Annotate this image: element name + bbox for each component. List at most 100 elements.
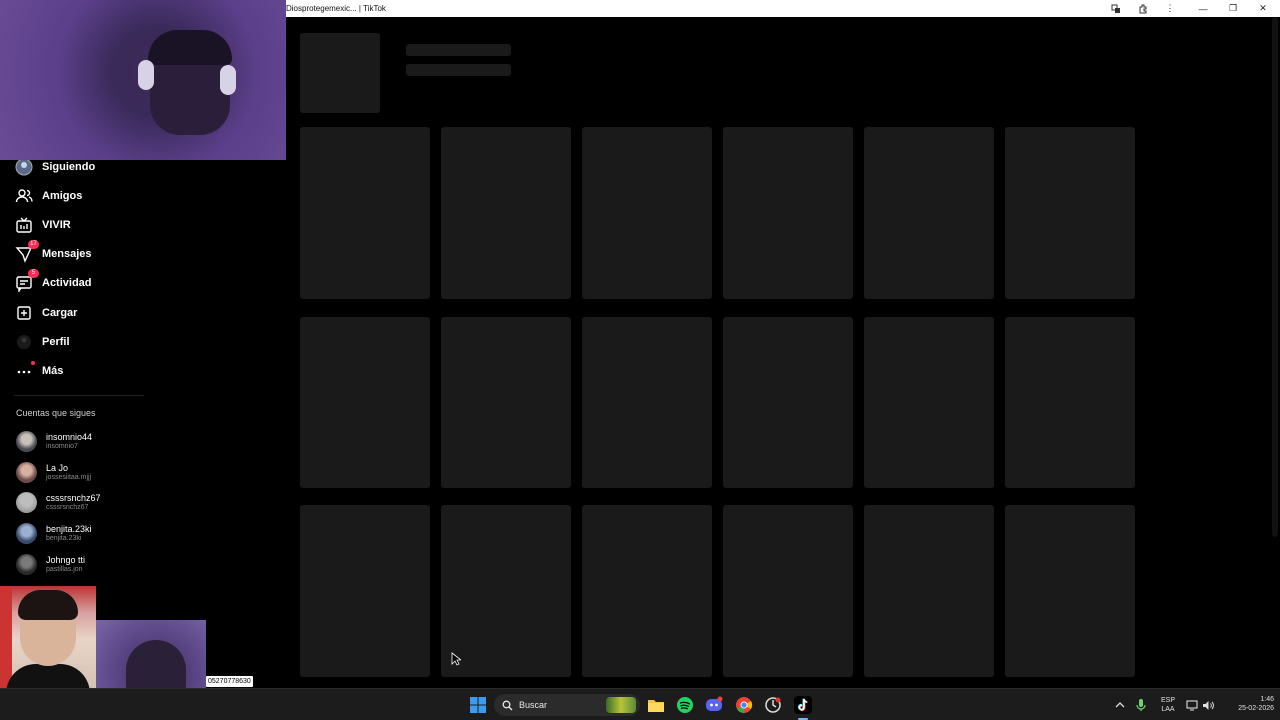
nav-label: Más: [42, 365, 64, 377]
account-handle: insomnio7: [46, 442, 78, 450]
video-card-placeholder: [582, 317, 712, 488]
following-avatar-icon: [14, 157, 34, 177]
account-avatar: [16, 491, 37, 513]
video-card-placeholder: [300, 317, 430, 488]
clock[interactable]: 1:46 25-02-2026: [1222, 695, 1274, 713]
language-code: ESP: [1160, 697, 1175, 704]
account-handle: csssrsnchz67: [46, 503, 89, 511]
video-card-placeholder: [723, 505, 853, 677]
translate-icon[interactable]: [1104, 0, 1128, 17]
messages-badge: 17: [28, 240, 39, 249]
loading-title-placeholder: [406, 44, 511, 56]
nav-item-cargar[interactable]: Cargar: [14, 302, 77, 324]
following-account[interactable]: La Jo jossesiitaa.mjjj: [16, 459, 91, 485]
close-button[interactable]: ✕: [1251, 0, 1275, 17]
account-avatar: [16, 522, 37, 544]
discord-icon[interactable]: [705, 696, 723, 714]
nav-item-mensajes[interactable]: 17 Mensajes: [14, 240, 92, 265]
video-card-placeholder: [1005, 127, 1135, 299]
live-tv-icon: [14, 215, 34, 235]
minimize-button[interactable]: —: [1191, 0, 1215, 17]
tiktok-icon[interactable]: [794, 696, 812, 714]
network-icon[interactable]: [1185, 696, 1199, 714]
account-name: La Jo: [46, 462, 69, 473]
nav-item-mas[interactable]: Más: [14, 360, 63, 382]
video-card-placeholder: [864, 505, 994, 677]
video-card-placeholder: [582, 505, 712, 677]
video-card-placeholder: [300, 505, 430, 677]
nav-label: Actividad: [42, 277, 92, 289]
nav-label: VIVIR: [42, 219, 71, 231]
video-card-placeholder: [864, 317, 994, 488]
restore-button[interactable]: ❐: [1221, 0, 1245, 17]
following-accounts-title: Cuentas que sigues: [16, 408, 96, 418]
nav-label: Perfil: [42, 336, 70, 348]
video-card-placeholder: [1005, 317, 1135, 488]
nav-label: Siguiendo: [42, 161, 96, 173]
account-handle: jossesiitaa.mjjj: [46, 473, 92, 481]
chrome-icon[interactable]: [735, 696, 753, 714]
extensions-icon[interactable]: [1131, 0, 1155, 17]
nav-label: Amigos: [42, 190, 83, 202]
webcam-overlay-top: [0, 0, 286, 160]
following-account[interactable]: insomnio44 insomnio7: [16, 428, 92, 454]
taskbar-search[interactable]: Buscar: [494, 694, 640, 716]
search-icon: [502, 700, 513, 710]
account-avatar: [16, 430, 37, 452]
clock-time: 1:46: [1260, 696, 1274, 703]
loading-subtitle-placeholder: [406, 64, 511, 76]
keyboard-layout: LAA: [1161, 706, 1175, 713]
account-name: insomnio44: [46, 431, 93, 442]
tray-chevron-up-icon[interactable]: [1113, 696, 1127, 714]
more-notification-dot: [31, 361, 35, 365]
account-name: Johngo tti: [46, 554, 86, 565]
nav-label: Mensajes: [42, 248, 92, 260]
account-name: benjita.23ki: [46, 523, 92, 534]
spotify-icon[interactable]: [676, 696, 694, 714]
account-handle: benjita.23ki: [46, 534, 82, 542]
account-handle: pastillas.jon: [46, 565, 83, 573]
profile-avatar-icon: [14, 332, 34, 352]
friends-icon: [14, 186, 34, 206]
loading-avatar-placeholder: [300, 33, 380, 113]
clock-date: 25-02-2026: [1238, 705, 1274, 712]
search-label: Buscar: [519, 700, 548, 710]
nav-item-actividad[interactable]: 5 Actividad: [14, 269, 92, 294]
volume-icon[interactable]: [1201, 696, 1215, 714]
microphone-icon[interactable]: [1134, 696, 1148, 714]
menu-dots-icon[interactable]: ⋮: [1158, 0, 1182, 17]
nav-item-perfil[interactable]: Perfil: [14, 331, 70, 353]
following-account[interactable]: Johngo tti pastillas.jon: [16, 551, 85, 577]
activity-icon: 5: [14, 269, 39, 293]
video-card-placeholder: [723, 127, 853, 299]
video-card-placeholder: [441, 317, 571, 488]
following-account[interactable]: benjita.23ki benjita.23ki: [16, 520, 92, 546]
upload-icon: [14, 303, 34, 323]
video-card-placeholder: [441, 127, 571, 299]
sidebar-divider: [14, 395, 144, 396]
video-card-placeholder: [1005, 505, 1135, 677]
activity-badge: 5: [28, 269, 39, 278]
nav-item-vivir[interactable]: VIVIR: [14, 214, 71, 236]
following-account[interactable]: csssrsnchz67 csssrsnchz67: [16, 489, 101, 515]
video-card-placeholder: [582, 127, 712, 299]
messages-icon: 17: [14, 240, 39, 264]
sidebar: Siguiendo Amigos VIVIR 17 Mensajes 5 Act…: [0, 157, 286, 586]
search-highlight-image: [606, 697, 636, 713]
mouse-cursor-icon: [451, 652, 461, 666]
language-indicator[interactable]: ESP LAA: [1158, 696, 1178, 714]
video-card-placeholder: [300, 127, 430, 299]
nav-item-amigos[interactable]: Amigos: [14, 185, 82, 207]
video-card-placeholder: [864, 127, 994, 299]
screen: Diosprotegemexic... | TikTok ⋮ — ❐ ✕ Sig…: [0, 0, 1280, 720]
account-avatar: [16, 461, 37, 483]
page-scrollbar[interactable]: [1272, 17, 1278, 537]
video-card-placeholder: [723, 317, 853, 488]
file-explorer-icon[interactable]: [647, 696, 665, 714]
more-icon: [14, 361, 35, 381]
overlay-id-label: 05270778630: [206, 676, 253, 687]
app-shortcut-icon[interactable]: [764, 696, 782, 714]
windows-start-icon[interactable]: [469, 696, 487, 714]
taskbar: Buscar ESP LAA 1:46 25-02-2026: [0, 688, 1280, 720]
account-name: csssrsnchz67: [46, 492, 101, 503]
